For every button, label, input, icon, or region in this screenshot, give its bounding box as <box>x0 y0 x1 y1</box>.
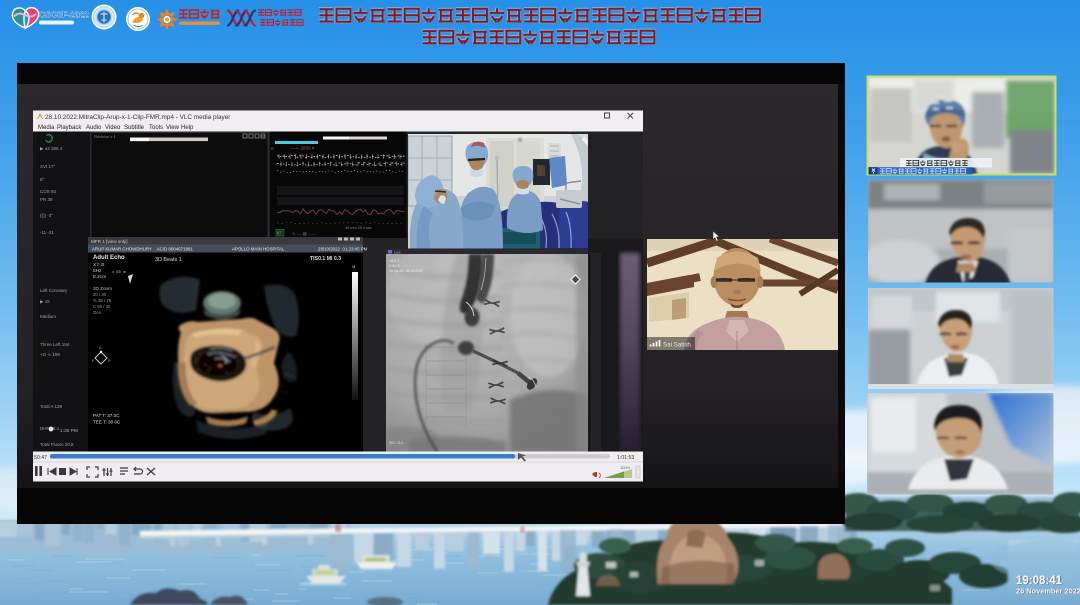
svg-text:Media: Media <box>38 125 55 131</box>
svg-text:CAU 2: CAU 2 <box>389 264 400 268</box>
svg-text:Help: Help <box>181 125 194 131</box>
svg-text:Gen: Gen <box>93 310 102 315</box>
svg-text:1:35 PM: 1:35 PM <box>60 428 78 434</box>
svg-text:SID: 110: SID: 110 <box>389 441 403 445</box>
svg-text:15 fps AO 28/10/2022: 15 fps AO 28/10/2022 <box>389 269 423 273</box>
svg-text:100%: 100% <box>620 465 631 470</box>
svg-text:3D Zoom: 3D Zoom <box>93 286 112 291</box>
svg-text:Revision x 1: Revision x 1 <box>94 134 117 139</box>
svg-text:MFR 1 [view only]: MFR 1 [view only] <box>91 239 128 244</box>
svg-text:28.10.2022.MitraClip-Arup-x-1-: 28.10.2022.MitraClip-Arup-x-1-Clip-FMR.m… <box>45 114 231 121</box>
svg-text:Left Coronary: Left Coronary <box>40 288 68 293</box>
svg-text:CSCSF-2022: CSCSF-2022 <box>39 10 89 20</box>
svg-text:∿ ‥‥ ▤ ‥‥‥: ∿ ‥‥ ▤ ‥‥‥ <box>292 231 316 236</box>
svg-text:G: G <box>99 346 102 350</box>
svg-text:Audio: Audio <box>86 125 102 131</box>
svg-text:SVt 17°: SVt 17° <box>40 164 56 169</box>
svg-text:8.2cm: 8.2cm <box>93 274 106 280</box>
svg-text:8°: 8° <box>40 177 45 182</box>
svg-text:-11 -21: -11 -21 <box>40 230 54 235</box>
svg-text:3D Beats 1: 3D Beats 1 <box>155 257 182 263</box>
svg-text:PR 38: PR 38 <box>40 197 53 202</box>
svg-text:5Hz: 5Hz <box>93 268 102 274</box>
svg-text:1:01:53: 1:01:53 <box>617 455 634 461</box>
svg-text:R: R <box>271 147 274 151</box>
svg-text:View: View <box>166 125 180 131</box>
svg-text:Total A 139: Total A 139 <box>40 404 63 409</box>
svg-text:30 mm 25 4 sec: 30 mm 25 4 sec <box>345 226 372 230</box>
svg-text:Tools: Tools <box>149 125 163 131</box>
svg-text:Adult Echo: Adult Echo <box>93 255 125 261</box>
svg-text:Sai Satish: Sai Satish <box>663 342 691 349</box>
svg-text:LAO 2: LAO 2 <box>389 259 399 263</box>
svg-text:▶ 15: ▶ 15 <box>40 299 50 304</box>
svg-text:ARUP KUMAR CHOWDHURY ACID 8: ARUP KUMAR CHOWDHURY ACID 8004671881 <box>92 247 193 252</box>
svg-text:19:08:41: 19:08:41 <box>1016 575 1063 587</box>
svg-text:Three Left 194: Three Left 194 <box>40 342 70 347</box>
svg-text:x 65 m: x 65 m <box>112 269 127 274</box>
svg-text:C 50 / 30: C 50 / 30 <box>93 304 111 309</box>
svg-text:Subtitle: Subtitle <box>124 125 145 131</box>
svg-text:COS 93: COS 93 <box>40 189 57 194</box>
svg-text:67: 67 <box>277 231 282 236</box>
svg-text:▶ 44 385 4: ▶ 44 385 4 <box>40 146 63 151</box>
svg-text:M: M <box>352 264 355 269</box>
svg-text:APOLLO MAIN HOSPITAL: APOLLO MAIN HOSPITAL <box>232 247 285 252</box>
svg-text:Total Fluoro 20.8: Total Fluoro 20.8 <box>40 442 74 447</box>
svg-text:50:47: 50:47 <box>34 455 47 461</box>
svg-text:—— 2856 ▾: —— 2856 ▾ <box>290 146 315 151</box>
svg-text:Medium: Medium <box>40 314 56 319</box>
svg-text:X7-2t: X7-2t <box>93 262 105 268</box>
svg-text:PAT T: 37.0C: PAT T: 37.0C <box>93 413 120 418</box>
svg-text:Video: Video <box>105 125 121 131</box>
svg-text:Live: Live <box>394 251 401 255</box>
svg-text:R: R <box>108 359 111 363</box>
svg-text:TIS0.1 MI 0.3: TIS0.1 MI 0.3 <box>310 256 341 262</box>
svg-text:% 35 / 79: % 35 / 79 <box>93 298 112 303</box>
svg-text:(()) -3°: (()) -3° <box>40 213 53 218</box>
svg-text:TEE T: 38 6C: TEE T: 38 6C <box>93 420 121 425</box>
svg-text:26 November 2022: 26 November 2022 <box>1016 587 1080 596</box>
svg-text:20 / 30: 20 / 30 <box>93 292 107 297</box>
svg-text:+O ∿ 198: +O ∿ 198 <box>40 352 60 357</box>
svg-text:28/10/2022 01:23:45 PM: 28/10/2022 01:23:45 PM <box>318 247 368 252</box>
svg-text:Playback: Playback <box>57 125 82 131</box>
